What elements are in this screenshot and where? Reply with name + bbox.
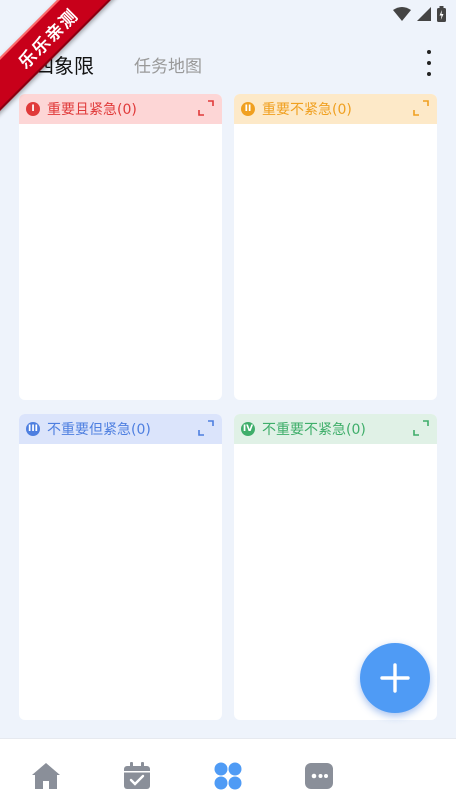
add-task-button[interactable]: [360, 643, 430, 713]
quadrant-header: I 重要且紧急(0): [19, 94, 222, 124]
expand-icon[interactable]: [198, 420, 214, 436]
quadrant-label: 不重要但紧急(0): [47, 422, 151, 438]
more-menu-button[interactable]: [424, 50, 434, 76]
bottom-navigation: [0, 738, 456, 810]
game-controller-icon: [305, 763, 333, 789]
dot: [427, 61, 431, 65]
dot: [427, 72, 431, 76]
quadrant-header: III 不重要但紧急(0): [19, 414, 222, 444]
quadrant-label: 重要不紧急(0): [262, 102, 352, 118]
app-header: 四象限 任务地图: [0, 42, 456, 82]
quadrant-grid-icon: [214, 762, 242, 790]
battery-icon: [437, 6, 446, 22]
nav-item-games[interactable]: [304, 761, 334, 791]
nav-item-quadrants[interactable]: [213, 761, 243, 791]
tab-task-map[interactable]: 任务地图: [134, 52, 202, 77]
quadrant-label: 重要且紧急(0): [47, 102, 137, 118]
quadrant-card-unimportant-urgent[interactable]: III 不重要但紧急(0): [19, 414, 222, 720]
quadrant-label: 不重要不紧急(0): [262, 422, 366, 438]
expand-icon[interactable]: [198, 100, 214, 116]
expand-icon[interactable]: [413, 420, 429, 436]
status-icons: [393, 6, 446, 22]
quadrant-badge-icon: II: [241, 102, 255, 116]
signal-icon: [417, 7, 431, 21]
calendar-check-icon: [124, 762, 150, 789]
quadrant-badge-icon: III: [26, 422, 40, 436]
quadrant-header: II 重要不紧急(0): [234, 94, 437, 124]
expand-icon[interactable]: [413, 100, 429, 116]
quadrant-badge-icon: IV: [241, 422, 255, 436]
nav-item-home[interactable]: [31, 761, 61, 791]
quadrant-card-important-not-urgent[interactable]: II 重要不紧急(0): [234, 94, 437, 400]
quadrant-header: IV 不重要不紧急(0): [234, 414, 437, 444]
nav-item-calendar[interactable]: [122, 761, 152, 791]
quadrant-badge-icon: I: [26, 102, 40, 116]
home-icon: [32, 763, 60, 789]
dot: [427, 50, 431, 54]
wifi-icon: [393, 7, 411, 21]
quadrant-card-important-urgent[interactable]: I 重要且紧急(0): [19, 94, 222, 400]
plus-icon: [380, 663, 410, 693]
